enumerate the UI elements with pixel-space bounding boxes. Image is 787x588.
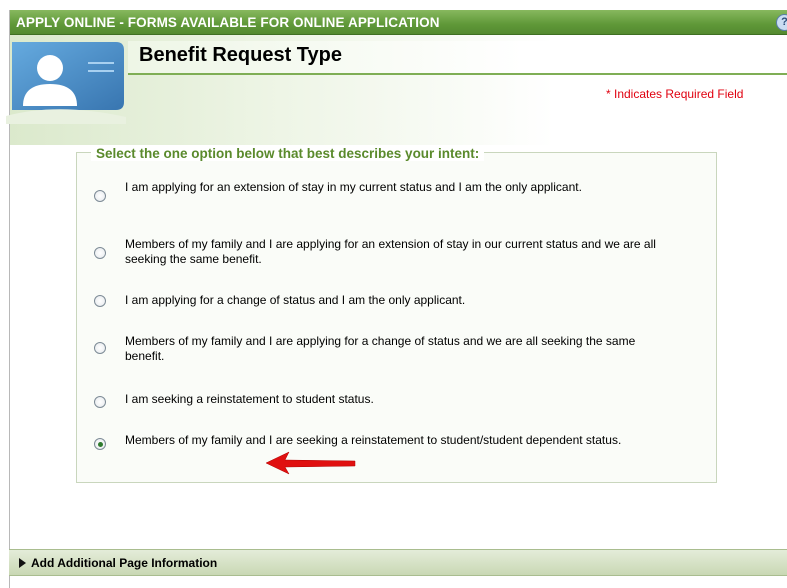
title-bar-text: APPLY ONLINE - FORMS AVAILABLE FOR ONLIN… bbox=[16, 15, 440, 30]
radio-button-selected[interactable] bbox=[94, 438, 106, 450]
option-label: Members of my family and I are applying … bbox=[125, 237, 656, 266]
page-title-bar: Benefit Request Type bbox=[128, 41, 787, 75]
radio-button[interactable] bbox=[94, 247, 106, 259]
radio-button[interactable] bbox=[94, 396, 106, 408]
user-avatar-icon bbox=[6, 42, 126, 124]
fieldset-legend: Select the one option below that best de… bbox=[91, 146, 485, 161]
option-label: Members of my family and I are applying … bbox=[125, 334, 636, 363]
option-label: I am seeking a reinstatement to student … bbox=[125, 392, 374, 406]
page-title: Benefit Request Type bbox=[139, 44, 342, 66]
help-icon[interactable]: ? bbox=[776, 14, 787, 31]
option-label: Members of my family and I are seeking a… bbox=[125, 433, 622, 447]
required-field-note: * Indicates Required Field bbox=[606, 87, 744, 101]
add-page-info-bar[interactable]: Add Additional Page Information bbox=[9, 549, 787, 576]
red-arrow-icon bbox=[265, 451, 356, 475]
radio-button[interactable] bbox=[94, 342, 106, 354]
radio-button[interactable] bbox=[94, 190, 106, 202]
add-page-info-label[interactable]: Add Additional Page Information bbox=[31, 556, 217, 570]
option-label: I am applying for a change of status and… bbox=[125, 293, 466, 307]
triangle-right-icon bbox=[19, 558, 26, 568]
radio-button[interactable] bbox=[94, 295, 106, 307]
option-label: I am applying for an extension of stay i… bbox=[125, 180, 582, 194]
title-bar: APPLY ONLINE - FORMS AVAILABLE FOR ONLIN… bbox=[10, 10, 787, 35]
